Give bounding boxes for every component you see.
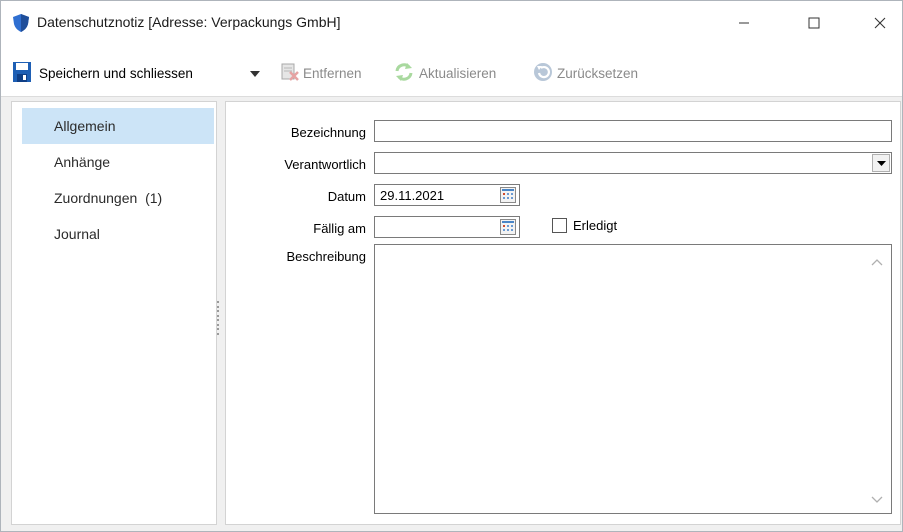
remove-label: Entfernen xyxy=(303,65,362,81)
erledigt-label: Erledigt xyxy=(573,218,618,233)
refresh-label: Aktualisieren xyxy=(419,65,497,81)
save-and-close-button[interactable]: Speichern und schliessen xyxy=(13,61,193,85)
title-bar: Datenschutznotiz [Adresse: Verpackungs G… xyxy=(1,1,902,45)
window-title: Datenschutznotiz [Adresse: Verpackungs G… xyxy=(37,14,341,30)
minimize-button[interactable] xyxy=(721,1,767,45)
nav-item-zuordnungen[interactable]: Zuordnungen (1) xyxy=(22,180,214,216)
form-panel: Bezeichnung Verantwortlich Datum 29.11.2… xyxy=(225,101,901,525)
refresh-icon xyxy=(393,62,415,85)
faellig-label: Fällig am xyxy=(313,221,366,236)
refresh-button[interactable]: Aktualisieren xyxy=(393,61,496,85)
datum-value: 29.11.2021 xyxy=(380,188,445,203)
erledigt-checkbox-group[interactable]: Erledigt xyxy=(552,218,617,233)
reset-label: Zurücksetzen xyxy=(557,65,639,81)
verantwortlich-select[interactable] xyxy=(374,152,892,174)
remove-icon xyxy=(281,63,299,84)
close-button[interactable] xyxy=(857,1,903,45)
reset-button[interactable]: Zurücksetzen xyxy=(533,61,638,85)
datum-label: Datum xyxy=(327,189,366,204)
beschreibung-textarea[interactable] xyxy=(374,244,892,514)
save-dropdown-arrow-icon[interactable] xyxy=(247,67,263,81)
shield-icon xyxy=(13,14,29,32)
erledigt-checkbox[interactable] xyxy=(552,218,567,233)
scroll-up-icon[interactable] xyxy=(871,255,883,266)
dialog-window: Datenschutznotiz [Adresse: Verpackungs G… xyxy=(0,0,903,532)
bezeichnung-input[interactable] xyxy=(374,120,892,142)
verantwortlich-label: Verantwortlich xyxy=(284,157,366,172)
navigation-panel: Allgemein Anhänge Zuordnungen (1) Journa… xyxy=(11,101,217,525)
beschreibung-label: Beschreibung xyxy=(286,249,367,264)
nav-item-allgemein[interactable]: Allgemein xyxy=(22,108,214,144)
bezeichnung-label: Bezeichnung xyxy=(290,125,366,140)
maximize-button[interactable] xyxy=(791,1,837,45)
toolbar: Speichern und schliessen Entfernen Aktua… xyxy=(1,45,902,97)
undo-icon xyxy=(533,62,553,85)
nav-item-anhaenge[interactable]: Anhänge xyxy=(22,144,214,180)
nav-item-journal[interactable]: Journal xyxy=(22,216,214,252)
remove-button[interactable]: Entfernen xyxy=(281,61,362,85)
scroll-down-icon[interactable] xyxy=(871,493,883,503)
calendar-icon[interactable] xyxy=(500,187,516,203)
datum-input[interactable]: 29.11.2021 xyxy=(374,184,520,206)
faellig-input[interactable] xyxy=(374,216,520,238)
panel-splitter[interactable] xyxy=(216,301,220,335)
floppy-disk-icon xyxy=(13,61,31,85)
calendar-icon[interactable] xyxy=(500,219,516,235)
save-and-close-label: Speichern und schliessen xyxy=(39,65,193,81)
dropdown-arrow-icon[interactable] xyxy=(872,154,890,172)
